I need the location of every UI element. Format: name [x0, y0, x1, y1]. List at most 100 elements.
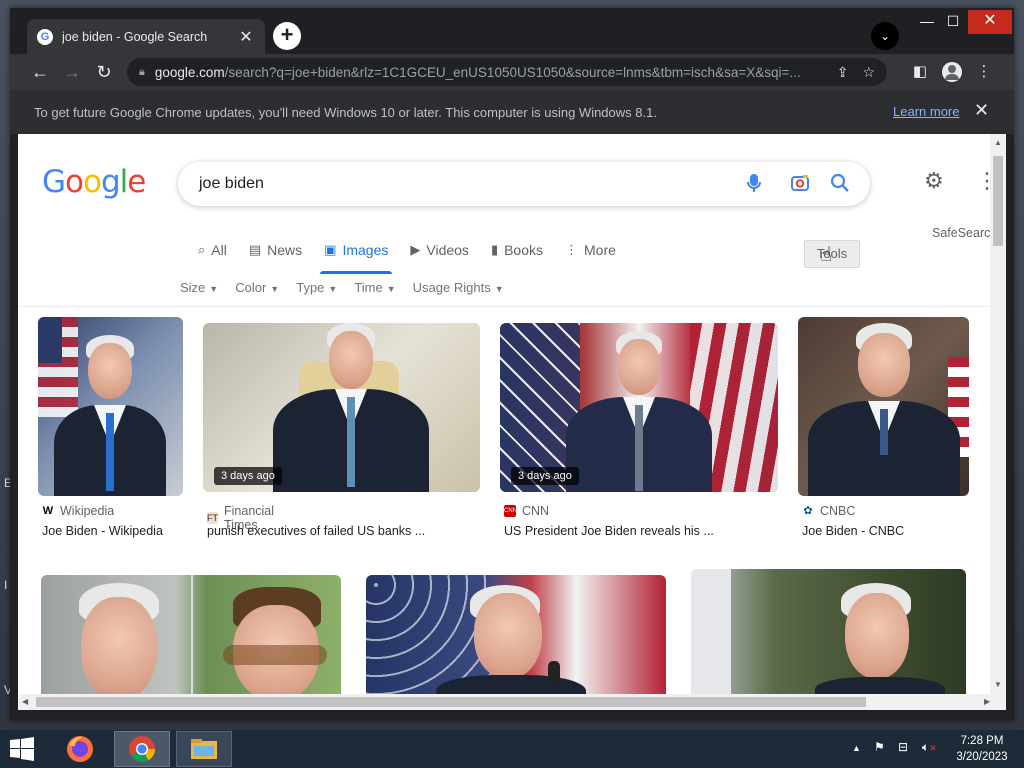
result-thumbnail[interactable]: 3 days ago: [500, 323, 778, 492]
tab-label: Books: [504, 242, 544, 258]
logo-letter: G: [42, 164, 66, 200]
tab-videos[interactable]: ▶ Videos: [410, 232, 469, 268]
result-thumbnail[interactable]: [798, 317, 969, 496]
action-center-flag-icon[interactable]: ⚑: [874, 740, 885, 754]
filter-usage-rights[interactable]: Usage Rights ▼: [413, 280, 504, 295]
firefox-taskbar-icon[interactable]: [52, 731, 108, 767]
result-source[interactable]: CNN CNN: [504, 504, 549, 518]
scroll-left-arrow-icon[interactable]: ◀: [22, 694, 28, 710]
scroll-right-arrow-icon[interactable]: ▶: [984, 694, 990, 710]
safesearch-label[interactable]: SafeSearch: [932, 226, 990, 240]
tab-images[interactable]: ▣ Images: [320, 232, 393, 274]
caret-down-icon: ▼: [270, 284, 280, 294]
chrome-menu-icon[interactable]: ⋮: [970, 58, 998, 86]
chrome-taskbar-icon[interactable]: [114, 731, 170, 767]
tab-label: All: [211, 242, 227, 258]
search-query[interactable]: joe biden: [199, 175, 264, 193]
start-button[interactable]: [8, 736, 38, 762]
close-window-button[interactable]: ✕: [968, 10, 1012, 34]
infobar-close-icon[interactable]: ✕: [974, 100, 989, 121]
system-clock[interactable]: 7:28 PM 3/20/2023: [950, 733, 1014, 765]
result-source-name: Wikipedia: [60, 504, 115, 518]
result-caption[interactable]: US President Joe Biden reveals his ...: [504, 524, 714, 538]
cnbc-peacock-favicon-icon: ✿: [803, 505, 813, 517]
result-source[interactable]: ✿ CNBC: [802, 504, 855, 518]
caret-down-icon: ▼: [209, 284, 219, 294]
reload-button[interactable]: ↻: [89, 57, 119, 87]
vertical-scroll-thumb[interactable]: [993, 156, 1003, 246]
bookmark-star-icon[interactable]: ☆: [862, 64, 875, 81]
clock-date: 3/20/2023: [956, 751, 1008, 763]
scroll-down-arrow-icon[interactable]: ▼: [990, 680, 1006, 689]
news-icon: ▤: [248, 242, 262, 257]
tab-label: More: [584, 242, 616, 258]
search-box[interactable]: joe biden: [178, 162, 870, 206]
filter-label: Time: [354, 280, 383, 295]
result-age-badge: 3 days ago: [214, 467, 282, 485]
settings-gear-icon[interactable]: ⚙: [924, 168, 944, 194]
scroll-up-arrow-icon[interactable]: ▲: [990, 138, 1006, 147]
address-bar[interactable]: 🔒︎ google.com/search?q=joe+biden&rlz=1C1…: [127, 58, 887, 86]
volume-muted-icon[interactable]: 🔈︎✕: [922, 740, 937, 755]
tab-label: Videos: [426, 242, 469, 258]
vertical-scrollbar[interactable]: ▲ ▼: [990, 134, 1006, 694]
back-button[interactable]: ←: [25, 57, 55, 87]
result-source[interactable]: W Wikipedia: [42, 504, 114, 518]
result-caption[interactable]: Joe Biden - CNBC: [802, 524, 904, 538]
tab-books[interactable]: ▮ Books: [491, 232, 543, 268]
filter-label: Usage Rights: [412, 280, 491, 295]
new-tab-button[interactable]: +: [273, 22, 301, 50]
result-age-badge: 3 days ago: [511, 467, 579, 485]
wikipedia-favicon-icon: W: [42, 505, 54, 517]
share-icon[interactable]: ⇪: [837, 64, 849, 81]
filter-label: Type: [296, 280, 325, 295]
forward-button[interactable]: →: [57, 57, 87, 87]
google-favicon-icon: G: [37, 28, 53, 45]
maximize-button[interactable]: ☐: [938, 10, 968, 34]
learn-more-link[interactable]: Learn more: [893, 104, 959, 119]
lock-icon: 🔒︎: [139, 65, 145, 78]
side-panel-icon[interactable]: ◧: [906, 58, 934, 86]
logo-letter: g: [100, 164, 121, 200]
result-thumbnail[interactable]: [366, 575, 666, 694]
filter-bar: Size ▼ Color ▼ Type ▼ Time ▼ Usage Rights ▼: [180, 280, 521, 295]
result-caption[interactable]: Joe Biden - Wikipedia: [42, 524, 163, 538]
network-icon[interactable]: ⊟: [898, 740, 908, 754]
cnn-favicon-icon: CNN: [504, 505, 517, 517]
browser-tab[interactable]: G joe biden - Google Search ✕: [27, 19, 265, 54]
filter-time[interactable]: Time ▼: [354, 280, 395, 295]
google-logo[interactable]: Google: [42, 164, 146, 200]
search-icon[interactable]: [830, 173, 850, 198]
result-thumbnail[interactable]: 3 days ago: [203, 323, 480, 492]
browser-toolbar: ← → ↻ 🔒︎ google.com/search?q=joe+biden&r…: [10, 54, 1014, 90]
lens-camera-icon[interactable]: [790, 173, 810, 198]
show-hidden-icons-icon[interactable]: ▲: [852, 743, 861, 753]
tab-news[interactable]: ▤ News: [249, 232, 302, 268]
tab-search-button[interactable]: ⌄: [871, 22, 899, 50]
filter-type[interactable]: Type ▼: [296, 280, 337, 295]
result-source-name: CNN: [522, 504, 550, 518]
tab-label: News: [267, 242, 303, 258]
chrome-window: G joe biden - Google Search ✕ + ⌄ — ☐ ✕ …: [10, 8, 1014, 720]
filter-color[interactable]: Color ▼: [235, 280, 279, 295]
result-thumbnail[interactable]: [38, 317, 183, 496]
horizontal-scrollbar[interactable]: ◀ ▶: [18, 694, 1006, 710]
logo-letter: o: [83, 164, 102, 200]
microphone-icon[interactable]: [746, 173, 762, 198]
result-thumbnail[interactable]: [691, 569, 966, 694]
tab-all[interactable]: ⌕ All: [198, 232, 227, 268]
profile-avatar[interactable]: [938, 58, 966, 86]
tab-close-icon[interactable]: ✕: [237, 27, 255, 47]
divider: [18, 306, 990, 307]
google-apps-icon[interactable]: ⋮: [976, 168, 990, 194]
tab-more[interactable]: ⋮ More: [565, 232, 616, 268]
tab-strip: G joe biden - Google Search ✕ + ⌄ — ☐ ✕: [10, 8, 1014, 54]
file-explorer-taskbar-icon[interactable]: [176, 731, 232, 767]
result-thumbnail[interactable]: [41, 575, 341, 694]
infobar-message: To get future Google Chrome updates, you…: [34, 104, 657, 120]
result-caption[interactable]: punish executives of failed US banks ...: [207, 524, 425, 538]
horizontal-scroll-thumb[interactable]: [36, 697, 866, 707]
book-icon: ▮: [490, 242, 499, 257]
search-icon: ⌕: [198, 242, 206, 257]
filter-size[interactable]: Size ▼: [180, 280, 218, 295]
